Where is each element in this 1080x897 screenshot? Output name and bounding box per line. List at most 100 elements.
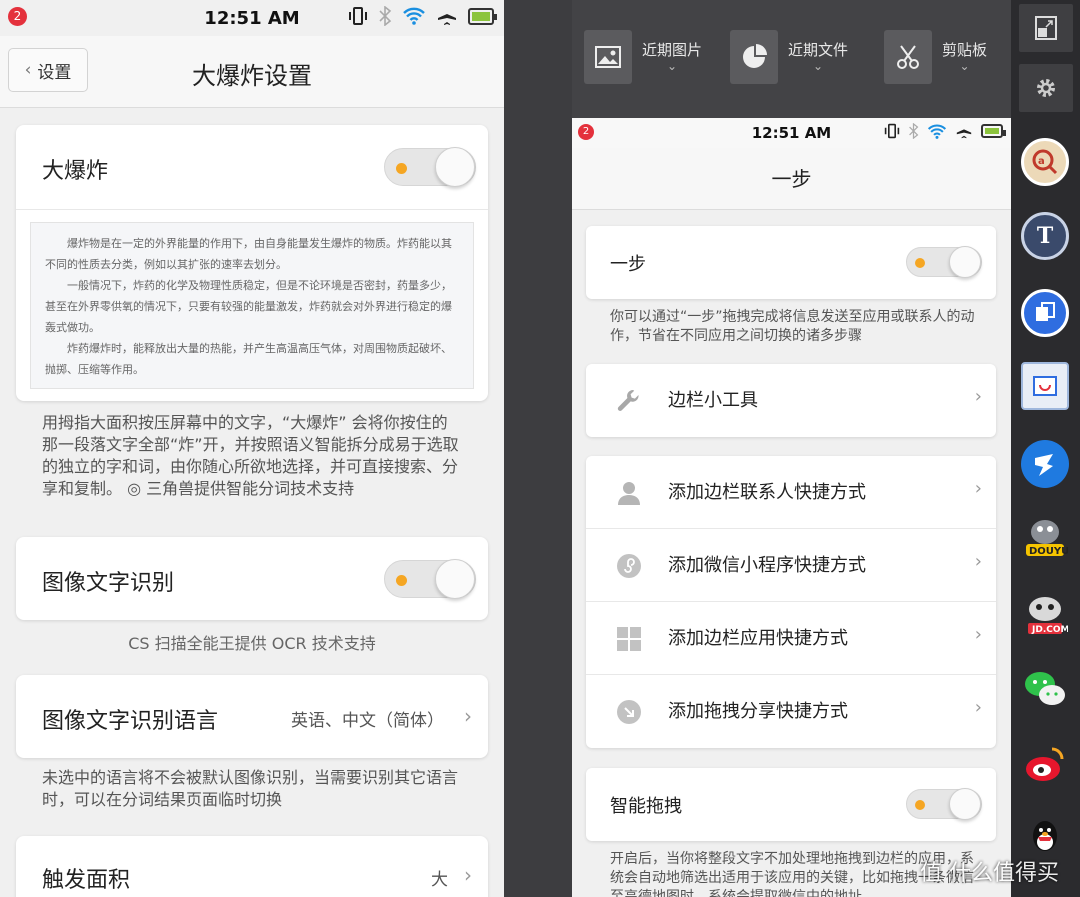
person-icon (618, 482, 640, 505)
shortcut-row-mini-program[interactable]: 添加微信小程序快捷方式 › (586, 529, 996, 602)
airplane-icon (956, 123, 972, 139)
shortcut-row-apps[interactable]: 添加边栏应用快捷方式 › (586, 602, 996, 675)
page-title: 一步 (572, 148, 1011, 210)
gear-icon (1037, 79, 1055, 97)
sample-paragraph: 一般情况下，炸药的化学及物理性质稳定，但是不论环境是否密封，药量多少，甚至在外界… (45, 279, 452, 334)
status-bar: 2 12:51 AM (572, 118, 1011, 148)
tray-label: 近期图片 (642, 41, 703, 59)
shortcut-label: 添加微信小程序快捷方式 (668, 555, 866, 576)
shortcut-label: 添加边栏联系人快捷方式 (668, 482, 866, 503)
wechat-app-icon[interactable] (1021, 665, 1069, 713)
image-icon (584, 30, 632, 84)
svg-text:DOUYU: DOUYU (1029, 546, 1068, 557)
shortcut-row-contacts[interactable]: 添加边栏联系人快捷方式 › (586, 456, 996, 529)
app-sidebar: a T DOUYU JD.COM (1011, 0, 1080, 897)
douyu-app-icon[interactable]: DOUYU (1021, 513, 1069, 561)
bigbang-toggle[interactable] (384, 147, 476, 187)
chevron-down-icon: ⌄ (959, 59, 970, 73)
weibo-app-icon[interactable] (1021, 740, 1069, 788)
onestep-description: 你可以通过“一步”拖拽完成将信息发送至应用或联系人的动作，节省在不同应用之间切换… (610, 309, 975, 344)
share-arrow-icon (617, 700, 641, 724)
shortcuts-card: 添加边栏联系人快捷方式 › 添加微信小程序快捷方式 › 添加边栏应用快捷方式 ›… (586, 456, 996, 748)
settings-button[interactable] (1019, 64, 1073, 112)
status-bar: 2 12:51 AM (0, 0, 504, 36)
dingtalk-app-icon[interactable] (1021, 440, 1069, 488)
shortcut-label: 添加边栏应用快捷方式 (668, 628, 848, 649)
ocr-language-value: 英语、中文（简体） (291, 711, 444, 731)
bigbang-label: 大爆炸 (42, 159, 109, 184)
shortcut-label: 添加拖拽分享快捷方式 (668, 701, 848, 722)
wifi-icon (403, 7, 425, 25)
pie-chart-icon (730, 30, 778, 84)
sample-text-box: 爆炸物是在一定的外界能量的作用下，由自身能量发生爆炸的物质。炸药能以其不同的性质… (30, 222, 474, 389)
chevron-down-icon: ⌄ (666, 59, 678, 73)
onestep-settings-screen: 2 12:51 AM 一步 一步 你可以通过“一步”拖拽完成将信息发送至应用或联… (572, 118, 1011, 897)
tray-label: 剪贴板 (942, 41, 988, 59)
vibrate-icon (884, 123, 900, 139)
sample-paragraph: 炸药爆炸时，能释放出大量的热能，并产生高温高压气体，对周围物质起破坏、抛掷、压缩… (45, 342, 452, 376)
bigbang-settings-screen: 2 12:51 AM ‹ 设置 大爆炸设置 大爆炸 爆炸物是在一定的外界能量的作… (0, 0, 504, 897)
sample-paragraph: 爆炸物是在一定的外界能量的作用下，由自身能量发生爆炸的物质。炸药能以其不同的性质… (45, 237, 452, 271)
wrench-icon (617, 390, 639, 411)
smart-drag-label: 智能拖拽 (610, 796, 682, 817)
resize-icon (1035, 16, 1057, 40)
svg-text:JD.COM: JD.COM (1031, 625, 1068, 635)
screen: 2 12:51 AM ‹ 设置 大爆炸设置 大爆炸 爆炸物是在一定的外界能量的作… (0, 0, 1080, 897)
trigger-area-label: 触发面积 (42, 868, 131, 893)
ocr-language-row[interactable]: 图像文字识别语言 英语、中文（简体） › (16, 675, 488, 758)
window-resize-button[interactable] (1019, 4, 1073, 52)
ocr-card: 图像文字识别 (16, 537, 488, 620)
bluetooth-icon (379, 6, 392, 26)
tray-clipboard[interactable]: 剪贴板 ⌄ (884, 30, 987, 84)
sidebar-tools-row[interactable]: 边栏小工具 › (586, 364, 996, 437)
chevron-right-icon: › (974, 478, 982, 499)
page-title: 大爆炸设置 (192, 62, 312, 90)
status-time: 12:51 AM (751, 124, 832, 142)
smart-drag-card: 智能拖拽 (586, 768, 996, 841)
search-app-icon[interactable]: a (1021, 138, 1069, 186)
tray-recent-files[interactable]: 近期文件 ⌄ (730, 30, 848, 84)
chevron-right-icon: › (974, 697, 982, 718)
copy-app-icon[interactable] (1021, 289, 1069, 337)
onestep-tray: 近期图片 ⌄ 近期文件 ⌄ 剪贴板 ⌄ (572, 0, 1012, 118)
ocr-toggle[interactable] (384, 559, 476, 599)
svg-text:a: a (1038, 156, 1045, 167)
ocr-language-description: 未选中的语言将不会被默认图像识别，当需要识别其它语言时，可以在分词结果页面临时切… (42, 768, 459, 809)
trigger-area-value: 大 (431, 870, 448, 890)
jd-app-icon[interactable]: JD.COM (1021, 590, 1069, 638)
mini-program-icon (617, 554, 641, 578)
grid-icon (617, 627, 641, 651)
chevron-right-icon: › (974, 624, 982, 645)
shortcut-row-drag-share[interactable]: 添加拖拽分享快捷方式 › (586, 675, 996, 748)
ocr-language-label: 图像文字识别语言 (42, 709, 219, 734)
tray-label: 近期文件 (788, 41, 849, 59)
airplane-icon (438, 7, 456, 25)
battery-icon (468, 7, 497, 25)
chevron-down-icon: ⌄ (812, 59, 824, 73)
notification-badge: 2 (8, 7, 27, 26)
onestep-toggle[interactable] (906, 246, 982, 278)
onestep-card: 一步 (586, 226, 996, 299)
smart-drag-toggle[interactable] (906, 788, 982, 820)
status-time: 12:51 AM (204, 7, 300, 29)
tray-recent-images[interactable]: 近期图片 ⌄ (584, 30, 702, 84)
chevron-right-icon: › (464, 704, 472, 728)
text-app-icon[interactable]: T (1021, 212, 1069, 260)
battery-icon (981, 124, 1006, 138)
ocr-note: CS 扫描全能王提供 OCR 技术支持 (128, 634, 376, 653)
scissors-icon (884, 30, 932, 84)
bigbang-description: 用拇指大面积按压屏幕中的文字，“大爆炸” 会将你按住的那一段落文字全部“炸”开，… (42, 413, 459, 498)
ocr-label: 图像文字识别 (42, 571, 175, 596)
wifi-icon (927, 124, 947, 139)
watermark: 值 什么值得买 (920, 861, 1059, 886)
vibrate-icon (349, 7, 367, 25)
trigger-area-row[interactable]: 触发面积 大 › (16, 836, 488, 897)
sidebar-tools-label: 边栏小工具 (668, 390, 758, 411)
notification-badge: 2 (578, 124, 594, 140)
screenshot-app-icon[interactable] (1021, 362, 1069, 410)
onestep-label: 一步 (610, 254, 646, 275)
bluetooth-icon (909, 123, 919, 139)
chevron-right-icon: › (974, 551, 982, 572)
chevron-right-icon: › (974, 386, 982, 407)
bigbang-card: 大爆炸 爆炸物是在一定的外界能量的作用下，由自身能量发生爆炸的物质。炸药能以其不… (16, 125, 488, 401)
